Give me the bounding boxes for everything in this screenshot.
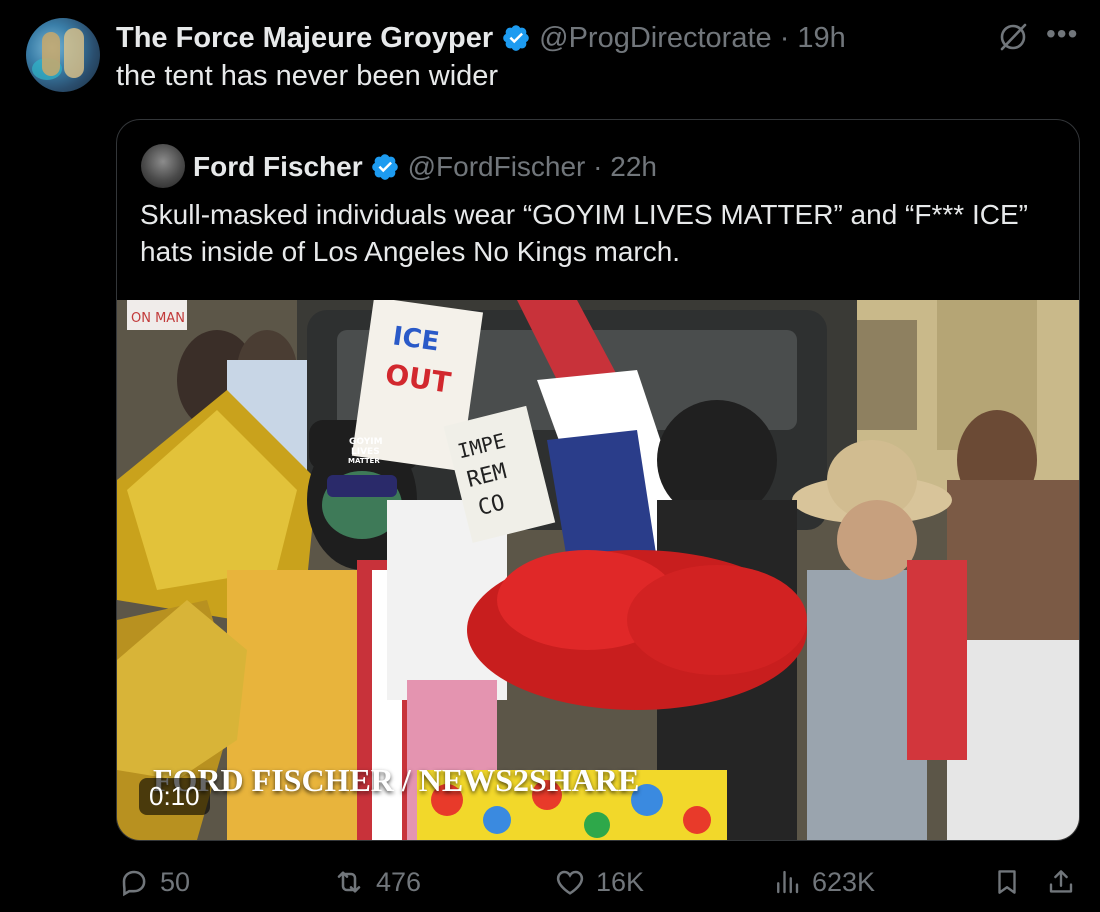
like-button[interactable]: 16K — [554, 866, 644, 898]
verified-badge-icon — [371, 154, 398, 180]
views-icon — [777, 870, 799, 894]
quoted-author-name[interactable]: Ford Fischer — [193, 151, 363, 183]
video-duration-badge: 0:10 — [139, 778, 210, 815]
author-avatar[interactable] — [26, 18, 100, 92]
quoted-tweet[interactable]: Ford Fischer @FordFischer · 22h Skull-ma… — [116, 119, 1080, 841]
action-bar: 50 476 16K 623K — [116, 862, 1080, 906]
ice-out-sign-line1: ICE — [391, 321, 441, 357]
repost-icon — [337, 871, 361, 893]
more-options-icon[interactable]: ••• — [1046, 18, 1078, 50]
svg-text:LIVES: LIVES — [351, 447, 380, 457]
tweet-text: the tent has never been wider — [116, 60, 499, 92]
quoted-handle-time[interactable]: @FordFischer · 22h — [408, 151, 657, 183]
quoted-header: Ford Fischer @FordFischer · 22h — [193, 145, 657, 189]
views-button[interactable]: 623K — [772, 866, 875, 898]
tweet-header: The Force Majeure Groyper @ProgDirectora… — [116, 18, 846, 58]
repost-button[interactable]: 476 — [332, 866, 421, 898]
video-player[interactable]: ICE OUT IMPE REM CO GOYIM LIVES MATTER O… — [117, 300, 1079, 840]
share-button[interactable] — [1046, 866, 1086, 898]
view-count: 623K — [812, 866, 876, 897]
heart-icon — [556, 870, 584, 895]
svg-text:MATTER: MATTER — [348, 457, 380, 465]
repost-count: 476 — [376, 866, 422, 897]
author-name[interactable]: The Force Majeure Groyper — [116, 22, 493, 55]
svg-text:ON MAN: ON MAN — [131, 311, 185, 326]
hat-text: GOYIM — [349, 437, 383, 447]
quoted-text: Skull-masked individuals wear “GOYIM LIV… — [140, 199, 1028, 267]
like-count: 16K — [596, 866, 645, 897]
share-icon — [1049, 870, 1073, 893]
reply-count: 50 — [160, 866, 191, 897]
bookmark-button[interactable] — [992, 866, 1032, 898]
tweet: The Force Majeure Groyper @ProgDirectora… — [0, 0, 1100, 912]
bookmark-icon — [998, 870, 1016, 894]
video-watermark: FORD FISCHER / NEWS2SHARE — [153, 762, 640, 798]
reply-icon — [122, 870, 146, 897]
reply-button[interactable]: 50 — [118, 866, 190, 898]
quoted-author-avatar[interactable] — [141, 144, 185, 188]
author-handle-time[interactable]: @ProgDirectorate · 19h — [539, 22, 846, 55]
video-frame: ICE OUT IMPE REM CO GOYIM LIVES MATTER O… — [117, 300, 1079, 840]
grok-icon[interactable] — [996, 20, 1030, 54]
verified-badge-icon — [503, 25, 529, 51]
